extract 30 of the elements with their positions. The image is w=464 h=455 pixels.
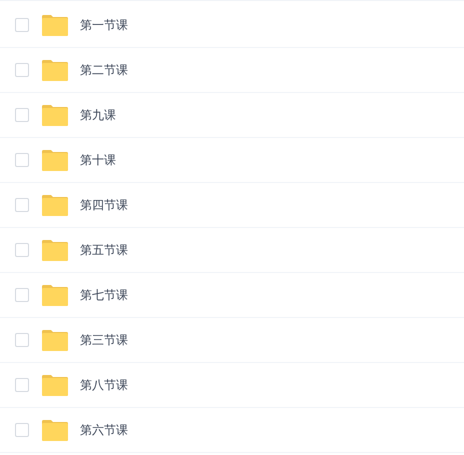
folder-icon [42,240,68,260]
folder-icon [42,150,68,170]
checkbox[interactable] [15,333,29,347]
checkbox[interactable] [15,378,29,392]
checkbox[interactable] [15,288,29,302]
folder-name[interactable]: 第四节课 [80,196,128,214]
checkbox[interactable] [15,198,29,212]
folder-icon [42,330,68,350]
folder-name[interactable]: 第九课 [80,106,116,124]
folder-icon [42,104,68,126]
folder-icon [42,14,68,36]
folder-name[interactable]: 第二节课 [80,62,128,78]
folder-icon [42,194,68,216]
folder-name[interactable]: 第六节课 [80,422,128,438]
checkbox[interactable] [15,243,29,257]
checkbox[interactable] [15,18,29,32]
folder-name[interactable]: 第一节课 [80,16,128,34]
folder-name[interactable]: 第七节课 [80,286,128,304]
checkbox[interactable] [15,63,29,77]
folder-name[interactable]: 第五节课 [80,242,128,258]
folder-icon [42,284,68,306]
checkbox[interactable] [15,108,29,122]
folder-name[interactable]: 第八节课 [80,376,128,394]
folder-name[interactable]: 第十课 [80,152,116,168]
folder-name[interactable]: 第三节课 [80,332,128,348]
checkbox[interactable] [15,153,29,167]
folder-icon [42,374,68,396]
checkbox[interactable] [15,423,29,437]
folder-icon [42,420,68,440]
folder-icon [42,60,68,80]
